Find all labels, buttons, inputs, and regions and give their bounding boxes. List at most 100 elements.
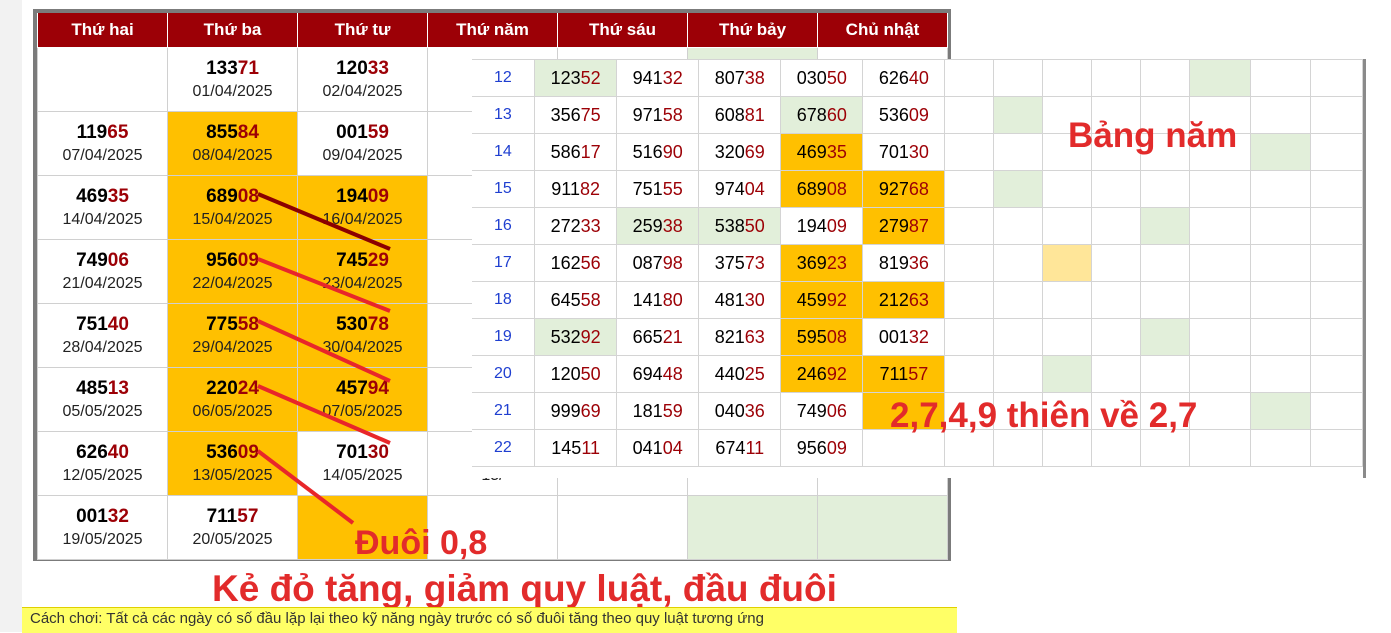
year-cell	[1042, 170, 1093, 208]
draw-date: 14/05/2025	[322, 466, 403, 484]
year-cell	[1042, 59, 1093, 97]
year-cell	[1189, 59, 1251, 97]
year-cell: 70130	[862, 133, 946, 171]
day-cell: 75140 28/04/2025	[37, 303, 168, 368]
draw-date: 22/04/2025	[192, 274, 273, 292]
year-cell	[1189, 170, 1251, 208]
draw-date: 30/04/2025	[322, 338, 403, 356]
note-duoi: Đuôi 0,8	[355, 524, 488, 562]
year-cell: 48130	[698, 281, 782, 319]
year-cell	[944, 207, 995, 245]
day-cell: 74906 21/04/2025	[37, 239, 168, 304]
year-cell	[1189, 392, 1251, 430]
year-cell: 75155	[616, 170, 700, 208]
year-cell	[1140, 207, 1191, 245]
draw-date: 02/04/2025	[322, 82, 403, 100]
left-gutter	[0, 0, 23, 632]
year-cell: 21263	[862, 281, 946, 319]
year-cell: 95609	[780, 429, 864, 467]
year-cell: 37573	[698, 244, 782, 282]
year-cell: 19409	[780, 207, 864, 245]
year-cell: 58617	[534, 133, 618, 171]
result-number: 68908	[206, 185, 259, 207]
result-tail: 33	[367, 57, 389, 79]
result-number: 74906	[76, 249, 129, 271]
year-cell	[993, 170, 1044, 208]
result-number: 77558	[206, 313, 259, 335]
day-cell	[557, 495, 688, 560]
note-thien: 2,7,4,9 thiên về 2,7	[890, 396, 1198, 435]
year-cell	[1249, 170, 1312, 208]
result-tail: 40	[107, 313, 129, 335]
day-cell	[37, 47, 168, 112]
year-cell	[944, 355, 995, 393]
year-cell: 62640	[862, 59, 946, 97]
year-cell: 36923	[780, 244, 864, 282]
year-cell: 14180	[616, 281, 700, 319]
result-tail: 58	[237, 313, 259, 335]
result-number: 95609	[206, 249, 259, 271]
weekday-header: Thứ sáu	[557, 13, 688, 48]
result-number: 70130	[336, 441, 389, 463]
year-row: 17 16256 08798 37573 36923 81936	[472, 244, 1363, 282]
year-cell: 12050	[534, 355, 618, 393]
draw-date: 06/05/2025	[192, 402, 273, 420]
week-row: 00132 19/05/2025 71157 20/05/2025	[37, 495, 948, 560]
year-cell	[1042, 355, 1093, 393]
result-number: 46935	[76, 185, 129, 207]
draw-date: 08/04/2025	[192, 146, 273, 164]
day-cell: 22024 06/05/2025	[167, 367, 298, 432]
day-cell: 85584 08/04/2025	[167, 111, 298, 176]
row-number: 13	[472, 96, 536, 134]
draw-date: 15/04/2025	[192, 210, 273, 228]
instruction-text: Cách chơi: Tất cả các ngày có số đầu lặp…	[30, 610, 764, 627]
year-cell: 64558	[534, 281, 618, 319]
year-cell	[1189, 207, 1251, 245]
year-cell: 27987	[862, 207, 946, 245]
result-tail: 71	[237, 57, 259, 79]
year-cell	[1310, 429, 1363, 467]
row-number: 19	[472, 318, 536, 356]
result-number: 22024	[206, 377, 259, 399]
day-cell	[817, 495, 948, 560]
year-cell	[1091, 318, 1142, 356]
row-number: 20	[472, 355, 536, 393]
result-number: 53078	[336, 313, 389, 335]
result-tail: 13	[107, 377, 129, 399]
weekday-header: Chủ nhật	[817, 13, 948, 48]
day-cell: 46935 14/04/2025	[37, 175, 168, 240]
year-cell	[1310, 59, 1363, 97]
row-number: 17	[472, 244, 536, 282]
day-cell: 45794 07/05/2025	[297, 367, 428, 432]
year-cell	[1091, 170, 1142, 208]
result-tail: 08	[237, 185, 259, 207]
year-cell: 53850	[698, 207, 782, 245]
year-cell	[1249, 244, 1312, 282]
year-cell	[1249, 355, 1312, 393]
row-number: 22	[472, 429, 536, 467]
year-cell: 51690	[616, 133, 700, 171]
year-cell	[993, 355, 1044, 393]
result-number: 53609	[206, 441, 259, 463]
result-number: 13371	[206, 57, 259, 79]
year-cell	[1249, 207, 1312, 245]
result-number: 74529	[336, 249, 389, 271]
year-cell: 44025	[698, 355, 782, 393]
year-cell: 92768	[862, 170, 946, 208]
year-cell: 97404	[698, 170, 782, 208]
year-cell: 60881	[698, 96, 782, 134]
note-bang-nam: Bảng năm	[1068, 116, 1238, 155]
year-cell: 68908	[780, 170, 864, 208]
weekday-header: Thứ bảy	[687, 13, 818, 48]
result-number: 75140	[76, 313, 129, 335]
draw-date: 28/04/2025	[62, 338, 143, 356]
note-ke-do: Kẻ đỏ tăng, giảm quy luật, đầu đuôi	[212, 568, 837, 609]
draw-date: 07/04/2025	[62, 146, 143, 164]
draw-date: 23/04/2025	[322, 274, 403, 292]
result-number: 71157	[206, 505, 259, 527]
year-cell	[1189, 429, 1251, 467]
result-number: 11965	[76, 121, 129, 143]
result-tail: 06	[107, 249, 129, 271]
year-cell	[944, 170, 995, 208]
draw-date: 12/05/2025	[62, 466, 143, 484]
